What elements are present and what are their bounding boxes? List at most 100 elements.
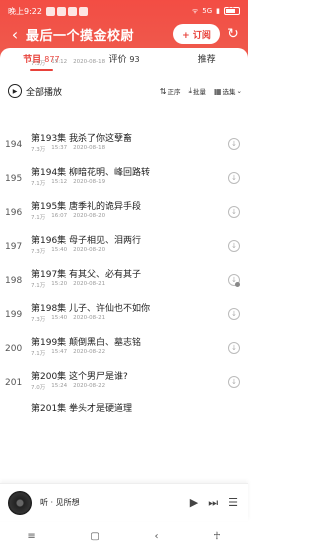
episode-row-partial[interactable]: 第201集 拳头才是硬道理 (0, 400, 248, 414)
batch-button[interactable]: ⤓ 批量 (188, 86, 206, 96)
status-bar: 晚上9:22 ᯤ 5G ▮ 60 (0, 0, 248, 22)
page-title: 最后一个摸金校尉 (26, 28, 135, 44)
partial-episode-meta: 7.3万 15:12 2020-08-18 (31, 59, 105, 67)
share-icon[interactable]: ↻ (224, 25, 242, 43)
episode-meta: 7.3万 15:40 2020-08-21 (31, 315, 105, 323)
sort-label: 正序 (167, 88, 181, 96)
app-notification-icon (67, 6, 77, 16)
download-icon: ⤓ (188, 86, 192, 95)
plays-count: 7.1万 (31, 283, 46, 289)
episode-row[interactable]: 198 第197集 有其父、必有其子 7.1万 15:20 2020-08-21… (0, 264, 248, 298)
episode-title: 第193集 我杀了你这孽畜 (31, 134, 133, 144)
downloaded-badge (235, 282, 240, 287)
publish-date: 2020-08-22 (73, 349, 106, 355)
episode-title: 第196集 母子相见、泪两行 (31, 236, 142, 246)
episode-title: 第199集 颠倒黑白、墓志铭 (31, 338, 142, 348)
select-label: 选集 (222, 88, 236, 96)
tab-recommend[interactable]: 推荐 (165, 48, 248, 72)
status-time: 晚上9:22 (8, 6, 42, 16)
episode-index: 196 (5, 208, 23, 218)
episode-meta: 7.0万 15:24 2020-08-22 (31, 383, 105, 391)
chevron-down-icon: ⌄ (236, 87, 242, 95)
download-icon[interactable]: ↓ (228, 308, 240, 320)
episode-title: 第194集 柳暗花明、峰回路转 (31, 168, 151, 178)
episode-index: 194 (5, 140, 23, 150)
episode-row[interactable]: 194 第193集 我杀了你这孽畜 7.3万 15:37 2020-08-18 … (0, 128, 248, 162)
battery-icon: 60 (224, 7, 240, 15)
publish-date: 2020-08-18 (73, 59, 106, 65)
duration: 15:40 (51, 315, 68, 321)
duration: 15:24 (51, 383, 68, 389)
download-icon[interactable]: ↓ (228, 206, 240, 218)
play-icon: ▶ (8, 84, 22, 98)
back-arrow-icon[interactable]: ‹ (4, 22, 26, 46)
episode-row[interactable]: 201 第200集 这个男尸是谁? 7.0万 15:24 2020-08-22 … (0, 366, 248, 400)
subscribe-button[interactable]: + 订阅 (173, 24, 220, 44)
tab-label: 推荐 (197, 55, 216, 65)
episode-index: 198 (5, 276, 23, 286)
app-notification-icon (45, 6, 55, 16)
duration: 16:07 (51, 213, 68, 219)
plays-count: 7.3万 (31, 317, 46, 323)
publish-date: 2020-08-18 (73, 145, 106, 151)
app-notification-icon (56, 6, 66, 16)
batch-label: 批量 (192, 88, 206, 96)
episode-title: 第198集 儿子、许仙也不如你 (31, 304, 151, 314)
episode-meta: 7.1万 15:20 2020-08-21 (31, 281, 105, 289)
album-disc-icon[interactable] (8, 490, 32, 515)
mini-player[interactable]: 听 · 见所想 ▶ ⏭ ☰ (0, 483, 248, 521)
duration: 15:40 (51, 247, 68, 253)
episode-title: 第200集 这个男尸是谁? (31, 372, 128, 382)
download-icon[interactable]: ↓ (228, 240, 240, 252)
plays-count: 7.1万 (31, 351, 46, 357)
duration: 15:12 (51, 179, 68, 185)
episode-index: 200 (5, 344, 23, 354)
select-episodes-button[interactable]: ▦ 选集 ⌄ (213, 86, 242, 97)
episode-title: 第201集 拳头才是硬道理 (31, 404, 133, 414)
tab-label: 评价 (108, 55, 127, 65)
battery-level: 60 (227, 7, 235, 14)
title-bar: ‹ 最后一个摸金校尉 + 订阅 ↻ (0, 22, 248, 46)
episode-list: 194 第193集 我杀了你这孽畜 7.3万 15:37 2020-08-18 … (0, 128, 248, 414)
episode-title: 第195集 唐季礼的诡异手段 (31, 202, 142, 212)
publish-date: 2020-08-19 (73, 179, 106, 185)
publish-date: 2020-08-21 (73, 281, 106, 287)
episode-row[interactable]: 195 第194集 柳暗花明、峰回路转 7.1万 15:12 2020-08-1… (0, 162, 248, 196)
sort-icon: ⇅ (159, 86, 167, 96)
home-icon[interactable]: ▢ (90, 531, 99, 542)
playlist-icon[interactable]: ☰ (228, 496, 238, 509)
download-icon[interactable]: ↓ (228, 138, 240, 150)
episode-row[interactable]: 196 第195集 唐季礼的诡异手段 7.1万 16:07 2020-08-20… (0, 196, 248, 230)
episode-meta: 7.1万 15:47 2020-08-22 (31, 349, 105, 357)
plays-count: 7.1万 (31, 215, 46, 221)
episode-meta: 7.3万 15:40 2020-08-20 (31, 247, 105, 255)
download-icon[interactable]: ↓ (228, 342, 240, 354)
plays-count: 7.3万 (31, 249, 46, 255)
next-icon[interactable]: ⏭ (208, 496, 218, 510)
tab-count: 93 (129, 55, 140, 64)
duration: 15:20 (51, 281, 68, 287)
downloaded-icon[interactable]: ↓ (228, 274, 240, 287)
episode-meta: 7.1万 16:07 2020-08-20 (31, 213, 105, 221)
publish-date: 2020-08-21 (73, 315, 106, 321)
back-icon[interactable]: ‹ (155, 531, 159, 542)
system-nav-bar: ≡ ▢ ‹ ☥ (0, 522, 248, 550)
download-icon[interactable]: ↓ (228, 172, 240, 184)
episode-index: 197 (5, 242, 23, 252)
accessibility-icon[interactable]: ☥ (213, 531, 220, 542)
play-icon[interactable]: ▶ (190, 496, 198, 509)
list-toolbar: ▶ 全部播放 ⇅ 正序 ⤓ 批量 ▦ 选集 ⌄ (0, 78, 248, 104)
menu-icon[interactable]: ≡ (27, 531, 35, 542)
episode-index: 201 (5, 378, 23, 388)
sort-order-button[interactable]: ⇅ 正序 (159, 86, 181, 97)
download-icon[interactable]: ↓ (228, 376, 240, 388)
grid-icon: ▦ (213, 86, 222, 96)
plays-count: 7.3万 (31, 61, 46, 67)
plays-count: 7.1万 (31, 181, 46, 187)
episode-row[interactable]: 200 第199集 颠倒黑白、墓志铭 7.1万 15:47 2020-08-22… (0, 332, 248, 366)
plays-count: 7.3万 (31, 147, 46, 153)
episode-row[interactable]: 197 第196集 母子相见、泪两行 7.3万 15:40 2020-08-20… (0, 230, 248, 264)
episode-row[interactable]: 199 第198集 儿子、许仙也不如你 7.3万 15:40 2020-08-2… (0, 298, 248, 332)
notification-icons (45, 6, 88, 16)
play-all-button[interactable]: ▶ 全部播放 (8, 84, 62, 98)
